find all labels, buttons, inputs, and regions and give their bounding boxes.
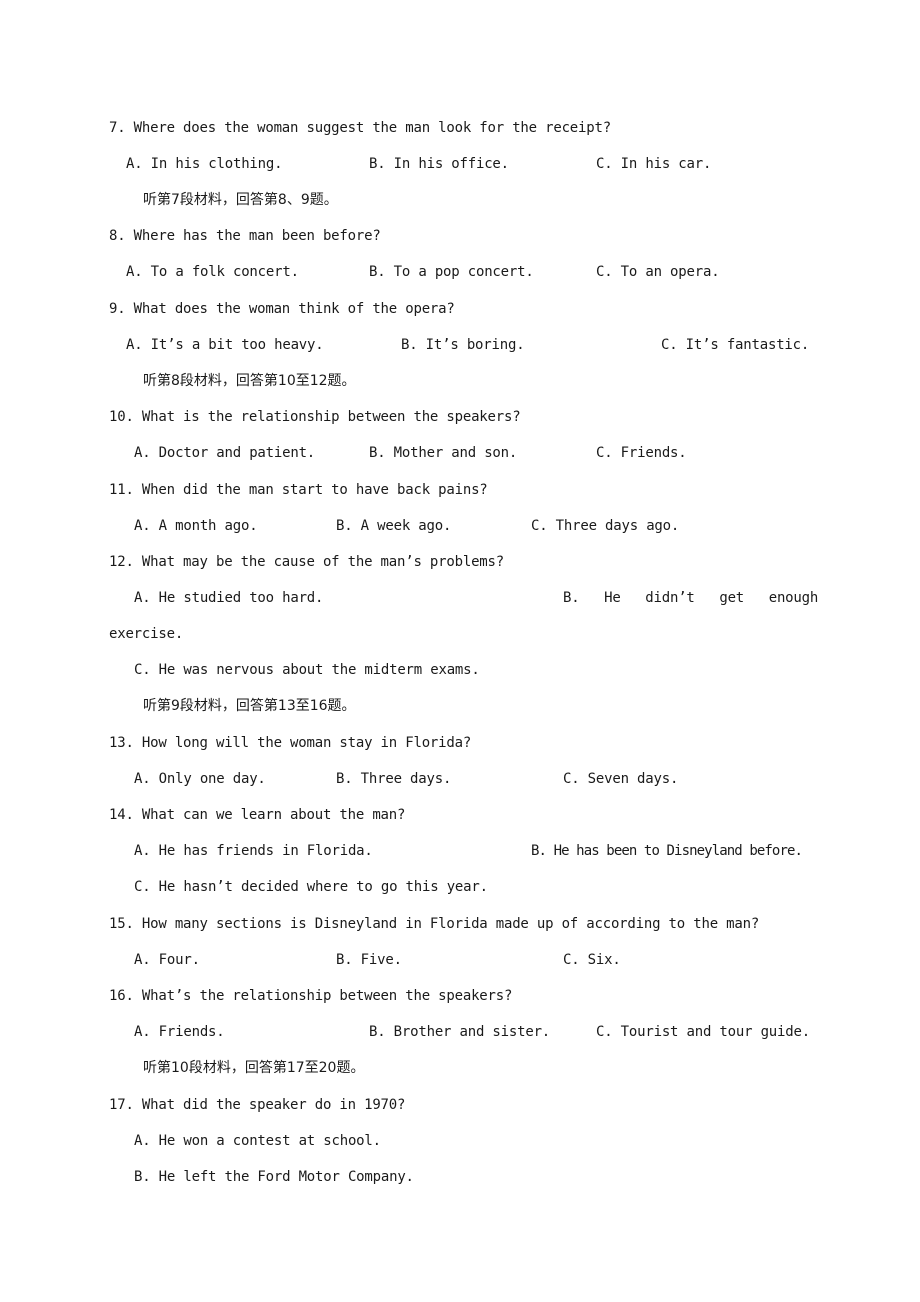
q16-option-a: A. Friends. [134,1024,225,1040]
question-16: 16. What’s the relationship between the … [109,988,513,1004]
q16-option-c: C. Tourist and tour guide. [596,1024,810,1040]
question-10: 10. What is the relationship between the… [109,409,521,425]
q12-option-a: A. He studied too hard. [134,590,324,606]
q8-option-a: A. To a folk concert. [126,264,299,280]
question-13: 13. How long will the woman stay in Flor… [109,735,472,751]
q11-option-c: C. Three days ago. [531,518,680,534]
q10-option-c: C. Friends. [596,445,687,461]
q15-option-a: A. Four. [134,952,200,968]
q9-option-a: A. It’s a bit too heavy. [126,337,324,353]
question-12: 12. What may be the cause of the man’s p… [109,554,504,570]
section-instruction-10: 听第10段材料，回答第17至20题。 [143,1060,365,1076]
section-instruction-7: 听第7段材料，回答第8、9题。 [143,192,338,208]
q7-option-a: A. In his clothing. [126,156,283,172]
q7-option-c: C. In his car. [596,156,712,172]
q8-option-b: B. To a pop concert. [369,264,534,280]
q14-option-c: C. He hasn’t decided where to go this ye… [134,879,488,895]
q9-option-c: C. It’s fantastic. [661,337,810,353]
question-15: 15. How many sections is Disneyland in F… [109,916,760,932]
q17-option-a: A. He won a contest at school. [134,1133,381,1149]
question-9: 9. What does the woman think of the oper… [109,301,455,317]
q12-option-b-continued: exercise. [109,626,184,642]
q11-option-b: B. A week ago. [336,518,452,534]
q12-option-c: C. He was nervous about the midterm exam… [134,662,480,678]
q12-option-b: B. He didn’t get enough [563,590,819,606]
q7-option-b: B. In his office. [369,156,509,172]
q8-option-c: C. To an opera. [596,264,720,280]
q10-option-a: A. Doctor and patient. [134,445,316,461]
q17-option-b: B. He left the Ford Motor Company. [134,1169,414,1185]
q9-option-b: B. It’s boring. [401,337,525,353]
q16-option-b: B. Brother and sister. [369,1024,551,1040]
q11-option-a: A. A month ago. [134,518,258,534]
q13-option-a: A. Only one day. [134,771,266,787]
q15-option-c: C. Six. [563,952,621,968]
q13-option-b: B. Three days. [336,771,452,787]
q10-option-b: B. Mother and son. [369,445,518,461]
section-instruction-9: 听第9段材料，回答第13至16题。 [143,698,356,714]
question-11: 11. When did the man start to have back … [109,482,488,498]
question-8: 8. Where has the man been before? [109,228,381,244]
question-14: 14. What can we learn about the man? [109,807,406,823]
question-7: 7. Where does the woman suggest the man … [109,120,611,136]
q15-option-b: B. Five. [336,952,402,968]
section-instruction-8: 听第8段材料，回答第10至12题。 [143,373,356,389]
q14-option-a: A. He has friends in Florida. [134,843,373,859]
question-17: 17. What did the speaker do in 1970? [109,1097,406,1113]
q14-option-b: B. He has been to Disneyland before. [531,843,803,859]
q13-option-c: C. Seven days. [563,771,679,787]
